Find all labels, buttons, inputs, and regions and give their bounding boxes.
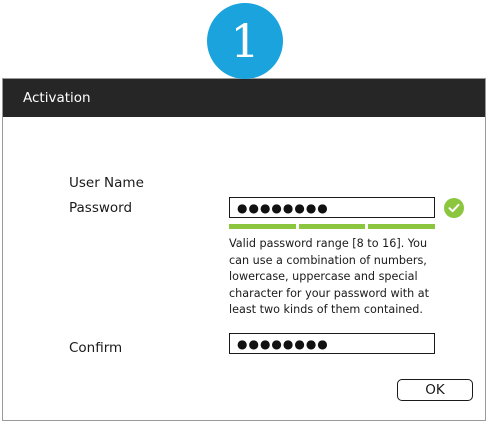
checkmark-glyph (448, 203, 460, 213)
step-number-badge: 1 (207, 3, 283, 79)
password-strength-bar (229, 224, 436, 229)
confirm-password-field[interactable]: ●●●●●●●● (229, 333, 435, 354)
dialog-titlebar: Activation (3, 79, 485, 117)
ok-button[interactable]: OK (397, 379, 473, 401)
password-label: Password (69, 200, 133, 216)
check-circle-icon (444, 198, 464, 218)
dialog-title: Activation (23, 90, 91, 106)
strength-segment (368, 224, 436, 229)
password-masked-value: ●●●●●●●● (237, 200, 329, 215)
activation-dialog: Activation User Name Password ●●●●●●●● V… (2, 78, 486, 421)
password-hint-text: Valid password range [8 to 16]. You can … (229, 237, 429, 316)
confirm-label: Confirm (69, 340, 123, 356)
strength-segment (298, 224, 366, 229)
username-label: User Name (69, 175, 144, 191)
strength-segment (229, 224, 296, 229)
password-field[interactable]: ●●●●●●●● (229, 197, 435, 218)
confirm-masked-value: ●●●●●●●● (237, 336, 329, 351)
